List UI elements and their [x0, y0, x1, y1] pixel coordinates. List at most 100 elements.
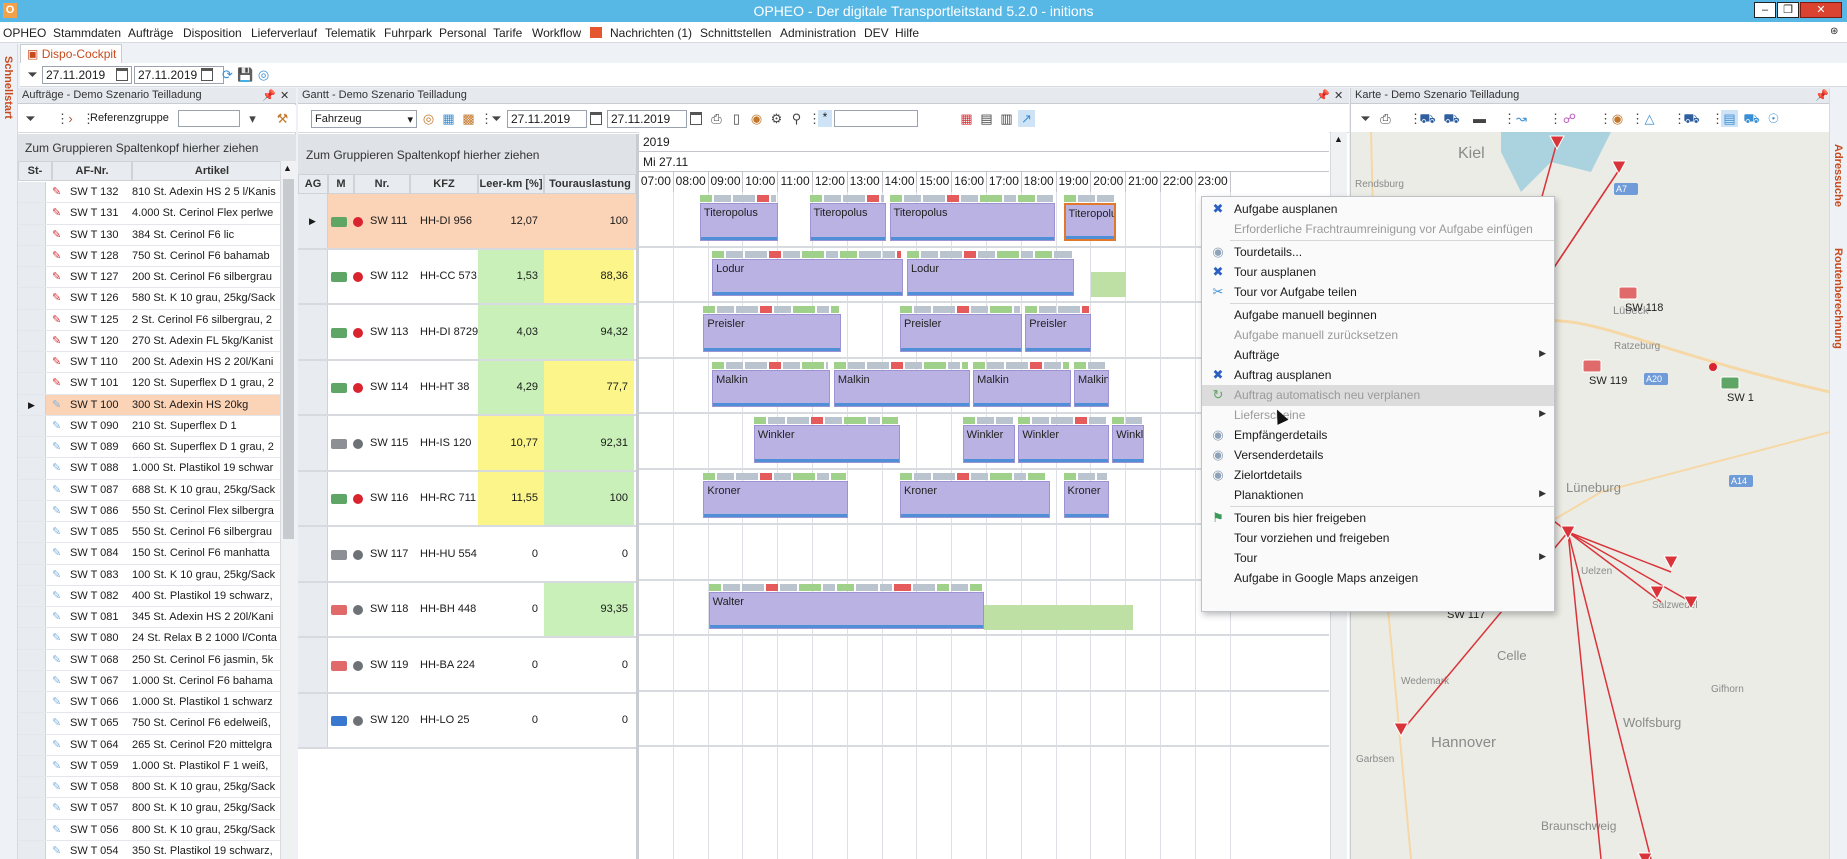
menu-item-planaktionen[interactable]: Planaktionen ▶ — [1202, 485, 1554, 506]
location-icon[interactable]: ◉ — [1609, 110, 1626, 127]
filter-icon[interactable]: ⏷ — [22, 110, 39, 127]
menu-opheo[interactable]: OPHEO — [3, 26, 46, 40]
menu-item-zielortdetails[interactable]: ◉ Zielortdetails — [1202, 465, 1554, 486]
menu-item-aufgabe-in-google-maps-anzeigen[interactable]: Aufgabe in Google Maps anzeigen — [1202, 568, 1554, 589]
close-button[interactable]: ✕ — [1800, 2, 1842, 18]
scroll-up-icon[interactable]: ▲ — [1334, 134, 1343, 144]
vehicle-row[interactable]: SW 120 HH-LO 25 0 0 — [298, 693, 636, 749]
order-row[interactable]: ✎ SW T 064 265 St. Cerinol F20 mittelgra — [18, 734, 296, 756]
globe-icon[interactable]: ◎ — [420, 110, 437, 127]
order-row[interactable]: ✎ SW T 082 400 St. Plastikol 19 schwarz, — [18, 585, 296, 607]
order-row[interactable]: ✎ SW T 132 810 St. Adexin HS 2 5 l/Kanis — [18, 182, 296, 204]
tour-bar[interactable]: Lodur — [906, 258, 1074, 296]
calendar-icon[interactable] — [116, 68, 128, 81]
order-row[interactable]: ✎ SW T 087 688 St. K 10 grau, 25kg/Sack — [18, 479, 296, 501]
tour-bar[interactable]: Titeropolus — [809, 203, 887, 241]
calendar-icon[interactable] — [690, 112, 702, 125]
vehicle-row[interactable]: SW 114 HH-HT 38 4,29 77,7 — [298, 360, 636, 416]
menu-item-tour-ausplanen[interactable]: ✖ Tour ausplanen — [1202, 262, 1554, 283]
calendar-icon[interactable] — [590, 112, 602, 125]
vehicle-row[interactable]: SW 119 HH-BA 224 0 0 — [298, 638, 636, 694]
link-icon[interactable]: ☍ — [1561, 110, 1578, 127]
maximize-button[interactable]: ❐ — [1777, 2, 1799, 18]
vehicle-row[interactable]: SW 113 HH-DI 8729 4,03 94,32 — [298, 305, 636, 361]
calendar-7-icon[interactable]: ▤ — [978, 110, 995, 127]
satellite-icon[interactable]: ☉ — [1765, 110, 1782, 127]
tour-bar[interactable]: Winkler — [1018, 425, 1109, 463]
filter-icon[interactable]: ⏷ — [1357, 110, 1374, 127]
col-af-nr[interactable]: AF-Nr. — [52, 161, 132, 181]
truck-list-icon[interactable]: ⛟ — [1743, 110, 1760, 127]
tour-bar[interactable]: Titeropolus — [699, 203, 779, 241]
tour-bar[interactable]: Winkler — [753, 425, 900, 463]
routenberechnung-tab[interactable]: Routenberechnung — [1832, 248, 1844, 349]
order-row[interactable]: ✎ SW T 059 1.000 St. Plastikol F 1 weiß, — [18, 755, 296, 777]
order-row[interactable]: ✎ SW T 068 250 St. Cerinol F6 jasmin, 5k — [18, 649, 296, 671]
tour-bar[interactable]: Winkler — [1112, 425, 1144, 463]
menu-dev[interactable]: DEV — [864, 26, 889, 40]
order-row[interactable]: ✎ SW T 058 800 St. K 10 grau, 25kg/Sack — [18, 777, 296, 799]
tour-bar[interactable]: Malkin — [833, 369, 970, 407]
menu-administration[interactable]: Administration — [780, 26, 856, 40]
vehicle-row[interactable]: SW 117 HH-HU 554 0 0 — [298, 527, 636, 583]
tour-bar[interactable]: Kroner — [900, 480, 1050, 518]
menu-workflow[interactable]: Workflow — [532, 26, 581, 40]
col-kfz[interactable]: KFZ — [410, 174, 478, 194]
order-row[interactable]: ✎ SW T 126 580 St. K 10 grau, 25kg/Sack — [18, 288, 296, 310]
schnellstart-tab[interactable]: Schnellstart — [2, 56, 14, 119]
truck-outline-icon[interactable]: ⛟ — [1443, 110, 1460, 127]
tour-bar[interactable]: Preisler — [1025, 314, 1092, 352]
calendar-red-icon[interactable]: ▦ — [958, 110, 975, 127]
order-row[interactable]: ✎ SW T 057 800 St. K 10 grau, 25kg/Sack — [18, 798, 296, 820]
print-icon[interactable]: ⎙ — [708, 110, 725, 127]
col-leer-km[interactable]: Leer-km [%] — [478, 174, 544, 194]
order-row[interactable]: ✎ SW T 089 660 St. Superflex D 1 grau, 2 — [18, 437, 296, 459]
order-row[interactable]: ✎ SW T 083 100 St. K 10 grau, 25kg/Sack — [18, 564, 296, 586]
tour-bar[interactable]: Malkin — [973, 369, 1071, 407]
menu-item-aufgabe-manuell-zurücksetzen[interactable]: Aufgabe manuell zurücksetzen — [1202, 325, 1554, 346]
gantt-date-from[interactable]: 27.11.2019 — [507, 110, 587, 128]
menu-item-erforderliche-frachtraumreinigung-vor-aufgabe-einfügen[interactable]: Erforderliche Frachtraumreinigung vor Au… — [1202, 219, 1554, 240]
order-row[interactable]: ✎ SW T 054 350 St. Plastikol 19 schwarz, — [18, 840, 296, 859]
expand-icon[interactable]: › — [62, 110, 79, 127]
gantt-search-input[interactable] — [834, 110, 918, 127]
calendar-month-icon[interactable]: ▥ — [998, 110, 1015, 127]
group-input[interactable] — [178, 110, 240, 127]
col-artikel[interactable]: Artikel — [132, 161, 292, 181]
tour-bar[interactable]: Titeropolus — [889, 203, 1055, 241]
order-row[interactable]: ✎ SW T 056 800 St. K 10 grau, 25kg/Sack — [18, 819, 296, 841]
col-tourauslastung[interactable]: Tourauslastung — [544, 174, 636, 194]
order-row[interactable]: ✎ SW T 067 1.000 St. Cerinol F6 bahama — [18, 670, 296, 692]
gear-icon[interactable]: ⚙ — [768, 110, 785, 127]
menu-item-empfängerdetails[interactable]: ◉ Empfängerdetails — [1202, 425, 1554, 446]
order-row[interactable]: ✎ SW T 128 750 St. Cerinol F6 bahamab — [18, 245, 296, 267]
refresh-icon[interactable]: ⟳ — [219, 66, 236, 83]
image-icon[interactable]: ▦ — [440, 110, 457, 127]
menu-stammdaten[interactable]: Stammdaten — [53, 26, 121, 40]
order-row[interactable]: ✎ SW T 066 1.000 St. Plastikol 1 schwarz — [18, 692, 296, 714]
vehicle-row[interactable]: SW 112 HH-CC 573 1,53 88,36 — [298, 249, 636, 305]
order-row[interactable]: ✎ SW T 101 120 St. Superflex D 1 grau, 2 — [18, 373, 296, 395]
order-row[interactable]: ✎ SW T 131 4.000 St. Cerinol Flex perlwe — [18, 203, 296, 225]
truck-icon[interactable]: ⛟ — [1683, 110, 1700, 127]
triangle-icon[interactable]: △ — [1641, 110, 1658, 127]
order-row[interactable]: ✎ SW T 086 550 St. Cerinol Flex silbergra — [18, 500, 296, 522]
scroll-thumb[interactable] — [283, 179, 294, 539]
col-ag[interactable]: AG — [298, 174, 328, 194]
dropdown-icon[interactable]: ▾ — [244, 110, 261, 127]
order-row[interactable]: ✎ SW T 080 24 St. Relax B 2 1000 l/Conta — [18, 628, 296, 650]
tour-bar[interactable]: Walter — [708, 591, 984, 629]
search-icon[interactable]: ⚲ — [788, 110, 805, 127]
order-row[interactable]: ✎ SW T 120 270 St. Adexin FL 5kg/Kanist — [18, 330, 296, 352]
vehicle-row[interactable]: SW 118 HH-BH 448 0 93,35 — [298, 582, 636, 638]
pin-icon[interactable]: 📌 — [262, 89, 276, 102]
layers-icon[interactable]: ▤ — [1721, 110, 1738, 127]
order-row[interactable]: ✎ SW T 088 1.000 St. Plastikol 19 schwar — [18, 458, 296, 480]
menu-disposition[interactable]: Disposition — [183, 26, 242, 40]
vehicle-row[interactable]: SW 115 HH-IS 120 10,77 92,31 — [298, 416, 636, 472]
trailer-icon[interactable]: ▬ — [1471, 110, 1488, 127]
battery-icon[interactable]: ▯ — [728, 110, 745, 127]
tour-bar[interactable]: Kroner — [1063, 480, 1109, 518]
vehicle-icon[interactable]: ◉ — [748, 110, 765, 127]
order-row[interactable]: ✎ SW T 127 200 St. Cerinol F6 silbergrau — [18, 267, 296, 289]
